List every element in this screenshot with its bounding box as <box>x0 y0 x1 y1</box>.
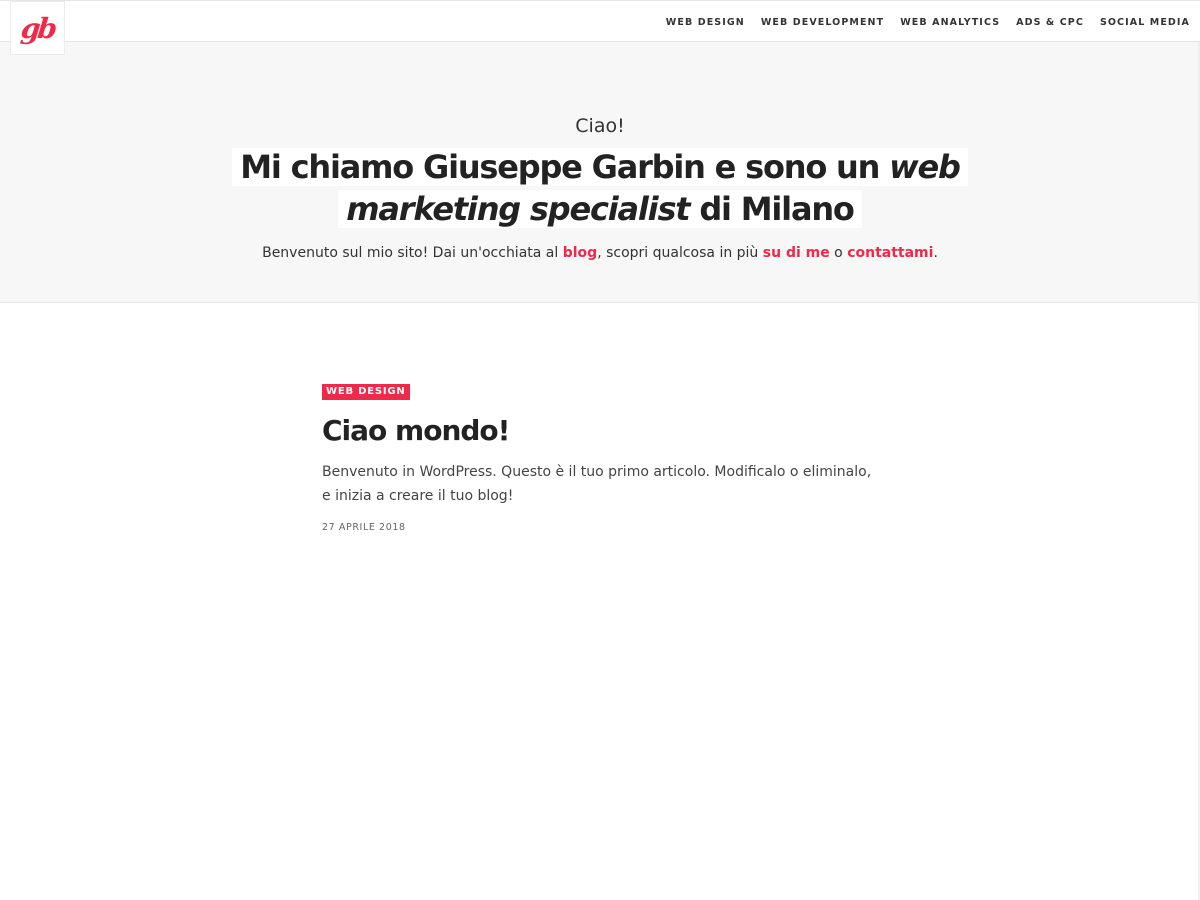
category-badge[interactable]: WEB DESIGN <box>322 384 410 400</box>
post-date: 27 APRILE 2018 <box>322 522 406 533</box>
hero-subtitle-text: , scopri qualcosa in più <box>597 245 763 261</box>
hero-subtitle-text: o <box>829 245 848 261</box>
page: WEB DESIGN WEB DEVELOPMENT WEB ANALYTICS… <box>0 0 1200 900</box>
hero-section: Ciao! Mi chiamo Giuseppe Garbin e sono u… <box>0 42 1200 303</box>
contact-link[interactable]: contattami <box>847 245 933 261</box>
hero-subtitle-text: Benvenuto sul mio sito! Dai un'occhiata … <box>262 245 563 261</box>
nav-item-web-analytics[interactable]: WEB ANALYTICS <box>900 17 1000 28</box>
blog-link[interactable]: blog <box>563 245 597 261</box>
nav-item-web-design[interactable]: WEB DESIGN <box>666 17 745 28</box>
hero-title-part2: di Milano <box>689 190 855 228</box>
main-nav: WEB DESIGN WEB DEVELOPMENT WEB ANALYTICS… <box>650 1 1190 43</box>
hero-title: Mi chiamo Giuseppe Garbin e sono un web … <box>200 146 1000 230</box>
hero-title-highlight: Mi chiamo Giuseppe Garbin e sono un web … <box>232 148 968 228</box>
nav-item-social-media[interactable]: SOCIAL MEDIA <box>1100 17 1190 28</box>
hero-greeting: Ciao! <box>575 115 625 137</box>
logo-monogram: gb <box>19 11 56 45</box>
hero-subtitle: Benvenuto sul mio sito! Dai un'occhiata … <box>0 245 1200 261</box>
hero-title-part1: Mi chiamo Giuseppe Garbin e sono un <box>240 148 890 186</box>
post-title[interactable]: Ciao mondo! <box>322 414 882 447</box>
hero-subtitle-text: . <box>933 245 938 261</box>
nav-item-ads-cpc[interactable]: ADS & CPC <box>1016 17 1084 28</box>
site-header: WEB DESIGN WEB DEVELOPMENT WEB ANALYTICS… <box>0 0 1200 42</box>
nav-item-web-development[interactable]: WEB DEVELOPMENT <box>761 17 884 28</box>
blog-post: WEB DESIGN Ciao mondo! Benvenuto in Word… <box>322 379 882 533</box>
post-excerpt: Benvenuto in WordPress. Questo è il tuo … <box>322 464 872 504</box>
about-link[interactable]: su di me <box>763 245 830 261</box>
site-logo[interactable]: gb <box>10 1 65 55</box>
